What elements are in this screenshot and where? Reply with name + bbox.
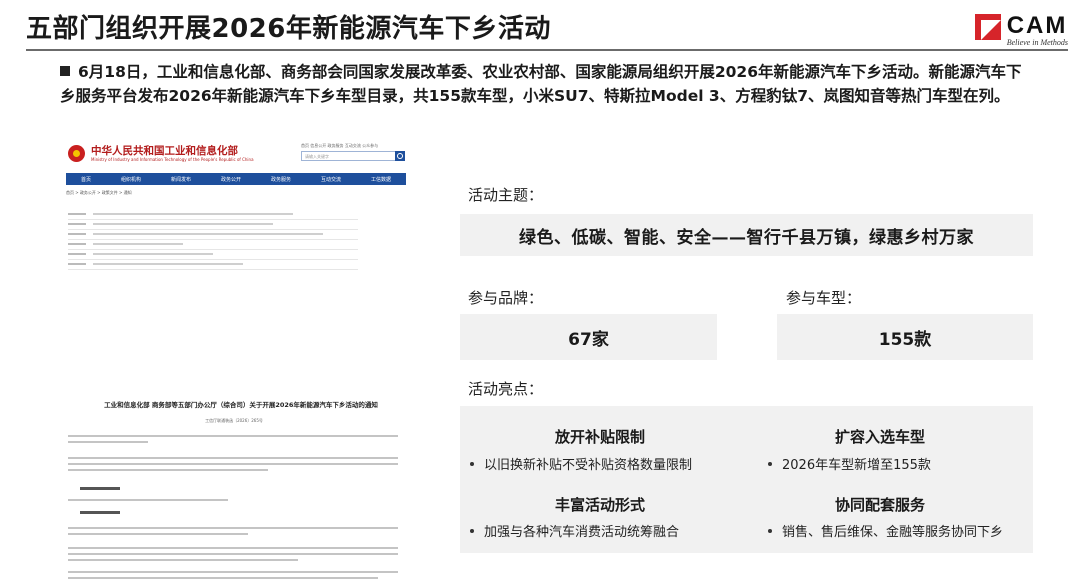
highlight-title: 丰富活动形式	[554, 496, 645, 514]
summary-bullet: 6月18日，工业和信息化部、商务部会同国家发展改革委、农业农村部、国家能源局组织…	[60, 60, 1070, 108]
doc-meta-row	[68, 240, 358, 250]
highlight-detail: 2026年车型新增至155款	[768, 454, 931, 473]
highlight-title: 协同配套服务	[834, 496, 925, 514]
highlights-label: 活动亮点：	[468, 380, 544, 398]
doc-org-name: 中华人民共和国工业和信息化部	[91, 145, 238, 157]
doc-meta-table	[68, 210, 358, 270]
doc-nav-item: 政务服务	[270, 176, 291, 183]
models-label: 参与车型：	[786, 289, 862, 307]
bullet-dot-icon	[470, 529, 474, 533]
bullet-dot-icon	[768, 529, 772, 533]
brands-panel: 67家	[460, 314, 717, 360]
doc-search-icon	[395, 151, 405, 161]
doc-heading: 工业和信息化部 商务部等五部门办公厅（综合司）关于开展2026年新能源汽车下乡活…	[104, 401, 378, 409]
bullet-dot-icon	[768, 462, 772, 466]
highlight-title: 放开补贴限制	[554, 428, 645, 446]
doc-meta-row	[68, 260, 358, 270]
models-panel: 155款	[777, 314, 1033, 360]
notice-document-thumbnail: 中华人民共和国工业和信息化部 Ministry of Industry and …	[56, 135, 412, 581]
page-title: 五部门组织开展2026年新能源汽车下乡活动	[26, 14, 551, 44]
doc-meta-row	[68, 250, 358, 260]
doc-number: 工信厅联通装函〔2026〕265号	[205, 418, 263, 423]
logo-wordmark: CAM	[1006, 12, 1068, 39]
summary-line-1: 6月18日，工业和信息化部、商务部会同国家发展改革委、农业农村部、国家能源局组织…	[78, 63, 1022, 81]
doc-top-links: 首页 信息公开 政务服务 互动交流 公众参与	[301, 143, 379, 148]
highlight-detail: 以旧换新补贴不受补贴资格数量限制	[470, 454, 692, 473]
doc-nav-bar: 首页 组织机构 新闻发布 政务公开 政务服务 互动交流 工信数据	[66, 173, 406, 185]
bullet-square-icon	[60, 66, 70, 76]
doc-nav-item: 政务公开	[220, 176, 241, 183]
doc-nav-item: 工信数据	[370, 176, 391, 183]
highlight-title: 扩容入选车型	[834, 428, 925, 446]
doc-meta-row	[68, 230, 358, 240]
cam-logo-icon	[974, 14, 1001, 40]
highlight-detail: 销售、售后维保、金融等服务协同下乡	[768, 521, 1003, 540]
national-emblem-icon	[68, 145, 85, 162]
cam-logo: CAM Believe in Methods	[974, 12, 1068, 47]
doc-breadcrumb: 首页 > 政务公开 > 政策文件 > 通知	[66, 190, 132, 195]
theme-text: 绿色、低碳、智能、安全——智行千县万镇，绿惠乡村万家	[519, 227, 974, 248]
highlight-detail: 加强与各种汽车消费活动统筹融合	[470, 521, 679, 540]
doc-nav-item: 新闻发布	[170, 176, 191, 183]
doc-search-input: 请输入关键字	[301, 151, 403, 161]
models-value: 155款	[878, 329, 932, 350]
summary-line-2: 乡服务平台发布2026年新能源汽车下乡车型目录，共155款车型，小米SU7、特斯…	[60, 87, 1010, 105]
brands-value: 67家	[568, 329, 609, 350]
brands-label: 参与品牌：	[468, 289, 544, 307]
bullet-dot-icon	[470, 462, 474, 466]
doc-nav-item: 组织机构	[120, 176, 141, 183]
title-divider	[26, 49, 1068, 51]
doc-org-name-en: Ministry of Industry and Information Tec…	[91, 157, 254, 162]
theme-panel: 绿色、低碳、智能、安全——智行千县万镇，绿惠乡村万家	[460, 214, 1033, 256]
doc-meta-row	[68, 210, 358, 220]
doc-nav-item: 互动交流	[320, 176, 341, 183]
theme-label: 活动主题：	[468, 186, 544, 204]
doc-nav-item: 首页	[80, 176, 91, 183]
logo-tagline: Believe in Methods	[1006, 38, 1068, 47]
doc-meta-row	[68, 220, 358, 230]
